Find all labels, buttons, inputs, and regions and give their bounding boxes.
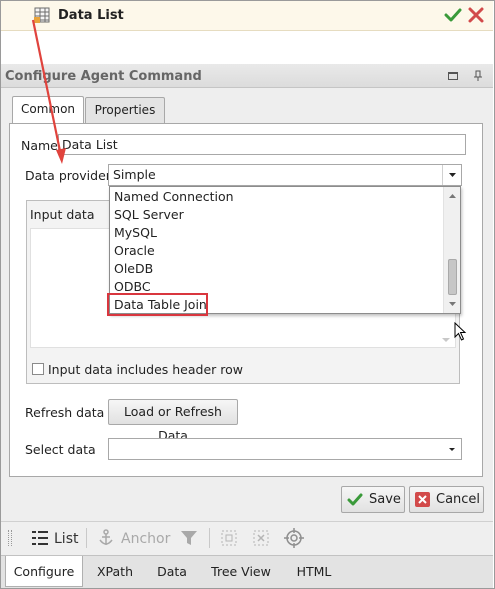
textarea-scroll-down-icon[interactable] xyxy=(441,333,451,342)
save-button[interactable]: Save xyxy=(341,486,405,513)
dropdown-option[interactable]: SQL Server xyxy=(114,206,184,224)
scroll-up-icon[interactable] xyxy=(444,190,461,202)
refresh-data-label: Refresh data xyxy=(25,405,105,420)
dropdown-scrollbar[interactable] xyxy=(443,187,460,313)
tab-xpath[interactable]: XPath xyxy=(85,556,145,587)
anchor-button[interactable]: Anchor xyxy=(121,531,170,547)
toolbar-separator xyxy=(86,528,87,548)
data-provider-label: Data provider xyxy=(25,168,111,183)
dropdown-option[interactable]: Oracle xyxy=(114,242,155,260)
select-data-select[interactable] xyxy=(108,438,462,460)
tab-configure[interactable]: Configure xyxy=(5,556,83,587)
scroll-down-icon[interactable] xyxy=(444,298,461,310)
provider-dropdown-arrow-icon[interactable] xyxy=(442,165,461,185)
maximize-icon[interactable] xyxy=(448,72,458,80)
anchor-icon[interactable] xyxy=(97,529,115,547)
tab-html[interactable]: HTML xyxy=(285,556,343,587)
input-data-label: Input data xyxy=(30,207,95,222)
load-refresh-button[interactable]: Load or Refresh Data xyxy=(108,399,238,443)
reject-x-icon[interactable] xyxy=(467,6,485,24)
cancel-x-icon xyxy=(415,492,430,507)
dropdown-option[interactable]: OleDB xyxy=(114,260,153,278)
panel-title: Configure Agent Command xyxy=(5,69,202,84)
save-check-icon xyxy=(347,493,363,506)
tab-common[interactable]: Common xyxy=(12,96,84,124)
mouse-cursor-icon xyxy=(454,321,468,342)
filter-icon[interactable] xyxy=(180,529,198,547)
select-region-icon[interactable] xyxy=(221,530,237,546)
list-icon[interactable] xyxy=(31,530,49,546)
save-label: Save xyxy=(369,492,401,507)
pin-icon[interactable] xyxy=(473,70,483,82)
dropdown-option[interactable]: MySQL xyxy=(114,224,157,242)
select-data-arrow-icon[interactable] xyxy=(443,439,461,459)
list-button[interactable]: List xyxy=(54,531,78,547)
tab-properties[interactable]: Properties xyxy=(85,97,165,123)
name-label: Name xyxy=(21,138,58,153)
bottom-tab-strip: Configure XPath Data Tree View HTML xyxy=(1,555,493,588)
header-row-label: Input data includes header row xyxy=(48,362,243,377)
cancel-label: Cancel xyxy=(436,492,481,507)
accept-check-icon[interactable] xyxy=(444,6,462,24)
toolbar-grip-icon xyxy=(8,530,12,546)
data-provider-select[interactable]: Simple xyxy=(108,164,462,186)
target-icon[interactable] xyxy=(284,528,304,548)
table-icon xyxy=(34,7,50,23)
dropdown-option[interactable]: Named Connection xyxy=(114,188,234,206)
tab-tree-view[interactable]: Tree View xyxy=(201,556,281,587)
scroll-thumb[interactable] xyxy=(448,259,457,295)
tab-data[interactable]: Data xyxy=(147,556,197,587)
remove-selection-icon[interactable] xyxy=(253,530,269,546)
toolbar-separator xyxy=(209,528,210,548)
cancel-button[interactable]: Cancel xyxy=(409,486,484,513)
select-data-label: Select data xyxy=(25,442,96,457)
highlight-box xyxy=(107,293,208,316)
command-title: Data List xyxy=(58,8,124,23)
header-row-checkbox[interactable] xyxy=(32,363,44,375)
name-input[interactable]: Data List xyxy=(58,134,466,155)
